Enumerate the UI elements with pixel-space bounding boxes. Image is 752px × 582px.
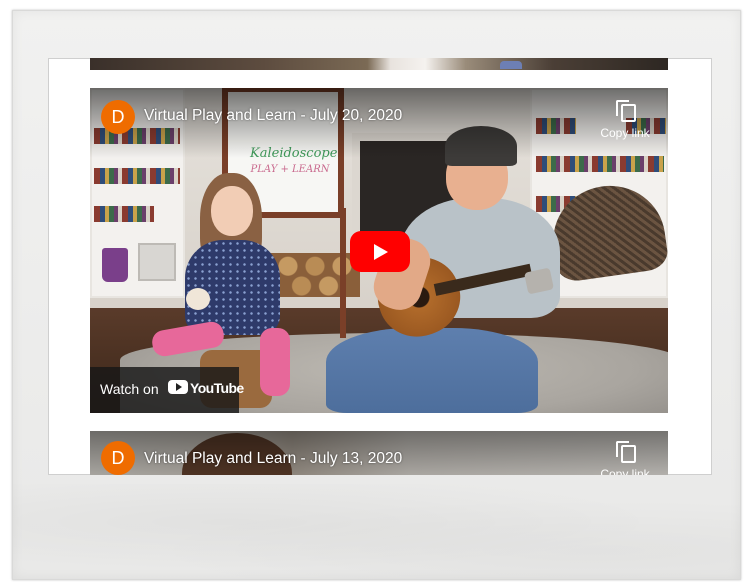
copy-link-button[interactable]: Copy link — [595, 100, 655, 140]
thumbnail-detail — [500, 61, 522, 69]
copy-icon — [616, 100, 636, 122]
copy-icon — [616, 441, 636, 463]
video-title[interactable]: Virtual Play and Learn - July 13, 2020 — [144, 449, 402, 469]
youtube-play-icon — [168, 380, 188, 394]
play-button[interactable] — [350, 231, 410, 272]
copy-link-button[interactable]: Copy link — [595, 441, 655, 475]
video-title[interactable]: Virtual Play and Learn - July 20, 2020 — [144, 106, 402, 126]
copy-link-label: Copy link — [600, 126, 650, 140]
easel-text-line2: PLAY + LEARN — [250, 164, 330, 175]
previous-video-thumbnail[interactable] — [90, 58, 668, 70]
watch-on-label: Watch on — [100, 381, 159, 397]
channel-avatar[interactable]: D — [101, 100, 135, 134]
video-embed-second[interactable]: D Virtual Play and Learn - July 13, 2020… — [90, 431, 668, 475]
youtube-wordmark: YouTube — [190, 380, 244, 396]
copy-link-label: Copy link — [600, 467, 650, 475]
firewood — [270, 253, 360, 297]
channel-avatar[interactable]: D — [101, 441, 135, 475]
watch-on-youtube-button[interactable]: Watch on YouTube — [90, 367, 244, 413]
video-embed-main[interactable]: Kaleidoscope PLAY + LEARN D Virtu — [90, 88, 668, 413]
page-viewport: Kaleidoscope PLAY + LEARN D Virtu — [48, 58, 712, 475]
